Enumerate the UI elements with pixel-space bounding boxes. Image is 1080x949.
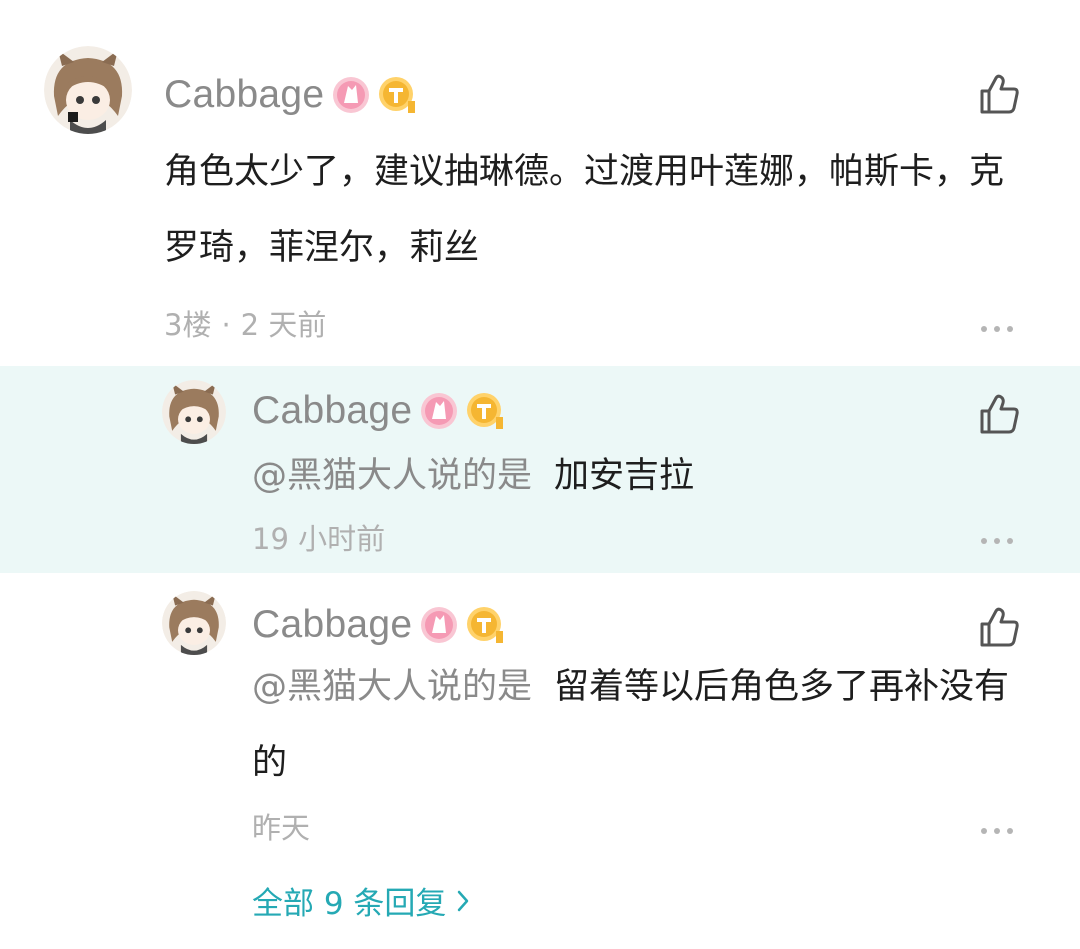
timestamp: 昨天	[252, 811, 311, 845]
comment-main: Cabbage 角色太少了，建议抽琳德。过渡用叶莲娜，帕斯卡，克罗琦，菲涅尔，莉…	[0, 0, 1080, 366]
username[interactable]: Cabbage	[164, 73, 324, 117]
like-button[interactable]	[978, 605, 1022, 649]
view-all-label: 全部 9 条回复	[252, 886, 447, 922]
user-row: Cabbage	[164, 70, 418, 120]
reply-meta: 昨天	[252, 805, 310, 847]
avatar[interactable]	[162, 380, 226, 444]
anniversary-badge-icon	[332, 76, 370, 114]
username[interactable]: Cabbage	[252, 389, 412, 433]
mention-link[interactable]: @黑猫大人说的是	[252, 667, 532, 707]
reply-meta: 19 小时前	[252, 516, 385, 558]
mention-link[interactable]: @黑猫大人说的是	[252, 456, 532, 496]
floor-number: 3楼	[164, 308, 212, 342]
timestamp: 19 小时前	[252, 522, 386, 556]
t1-level-badge-icon	[378, 75, 418, 115]
user-row: Cabbage	[252, 386, 506, 436]
reply-text: @黑猫大人说的是 留着等以后角色多了再补没有的	[252, 649, 1042, 801]
meta-separator: ·	[221, 308, 231, 342]
t1-level-badge-icon	[466, 391, 506, 431]
more-options-button[interactable]	[980, 821, 1014, 834]
more-dots-icon	[981, 326, 1013, 332]
thumbs-up-icon	[980, 74, 1019, 114]
reply-item: Cabbage @黑猫大人说的是 加安吉拉 19 小时前	[0, 366, 1080, 573]
like-button[interactable]	[978, 72, 1022, 116]
more-options-button[interactable]	[980, 531, 1014, 544]
timestamp: 2 天前	[240, 308, 327, 342]
chevron-right-icon	[458, 890, 469, 911]
comment-text: 角色太少了，建议抽琳德。过渡用叶莲娜，帕斯卡，克罗琦，菲涅尔，莉丝	[164, 152, 1005, 268]
username[interactable]: Cabbage	[252, 603, 412, 647]
thumbs-up-icon	[980, 607, 1019, 647]
reply-item: Cabbage @黑猫大人说的是 留着等以后角色多了再补没有的 昨天 全部 9 …	[0, 573, 1080, 949]
avatar[interactable]	[44, 46, 132, 134]
user-row: Cabbage	[252, 600, 506, 650]
comment-meta: 3楼 · 2 天前	[164, 302, 326, 344]
thumbs-up-icon	[980, 394, 1019, 434]
reply-text: @黑猫大人说的是 加安吉拉	[252, 438, 1042, 514]
more-options-button[interactable]	[980, 319, 1014, 332]
anniversary-badge-icon	[420, 392, 458, 430]
view-all-replies-link[interactable]: 全部 9 条回复	[252, 878, 470, 923]
reply-body: 加安吉拉	[554, 456, 695, 496]
anniversary-badge-icon	[420, 606, 458, 644]
t1-level-badge-icon	[466, 605, 506, 645]
more-dots-icon	[981, 538, 1013, 544]
avatar[interactable]	[162, 591, 226, 655]
like-button[interactable]	[978, 392, 1022, 436]
more-dots-icon	[981, 828, 1013, 834]
